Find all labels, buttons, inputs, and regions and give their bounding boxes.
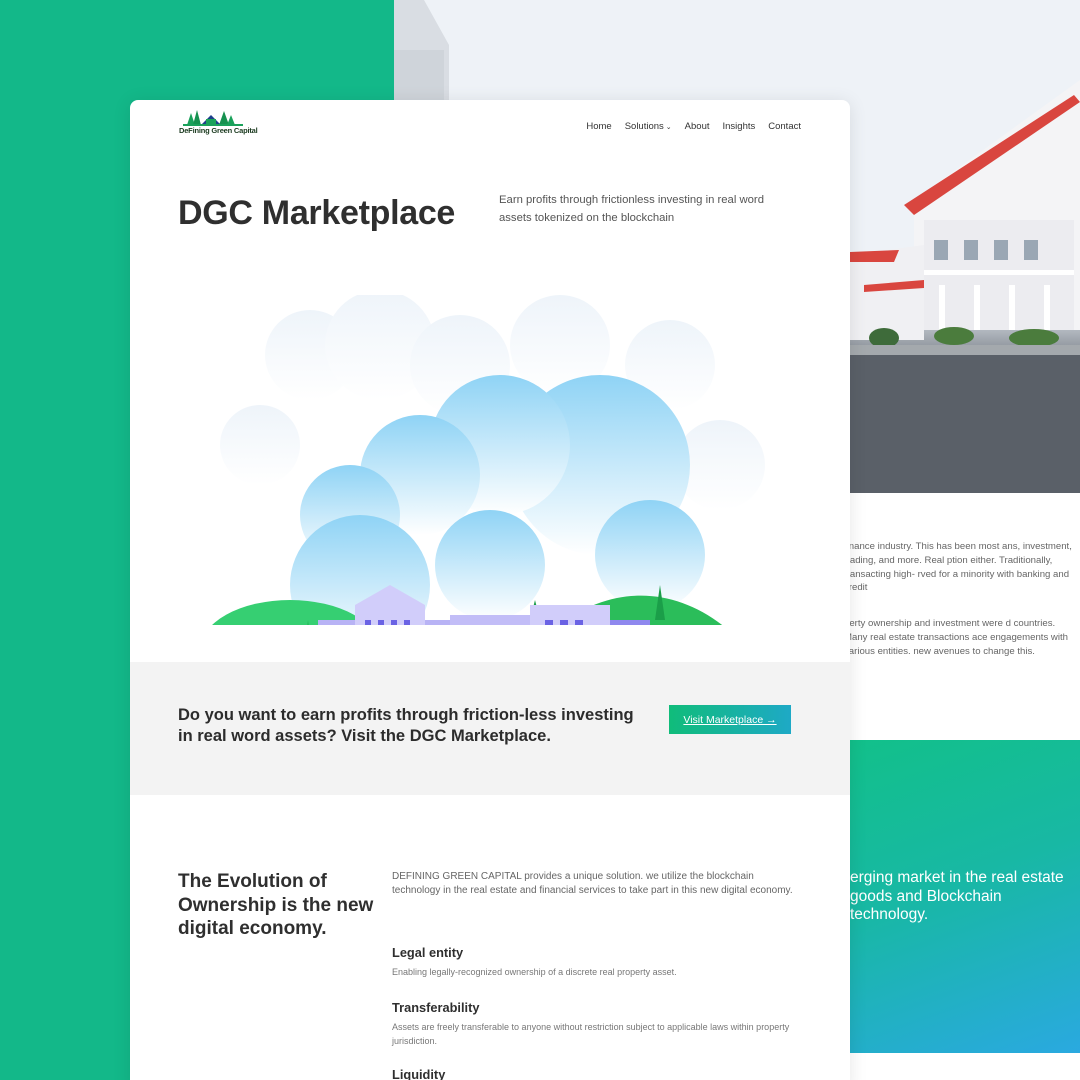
nav-contact[interactable]: Contact: [768, 121, 801, 132]
landing-page-card: DeFining Green Capital Home Solutions ⌄ A…: [130, 100, 850, 1080]
main-nav: Home Solutions ⌄ About Insights Contact: [586, 121, 801, 132]
background-gradient-band: erging market in the real estate goods a…: [850, 740, 1080, 1053]
feature-liquidity: Liquidity: [392, 1067, 802, 1080]
evolution-title: The Evolution of Ownership is the new di…: [178, 871, 374, 939]
background-band-text: erging market in the real estate goods a…: [850, 869, 1064, 924]
nav-solutions-label: Solutions: [624, 121, 664, 132]
hero-subtitle: Earn profits through frictionless invest…: [499, 194, 764, 224]
feature-title: Legal entity: [392, 945, 464, 960]
cta-band: Do you want to earn profits through fric…: [130, 662, 850, 795]
city-illustration: [212, 295, 765, 625]
feature-transferability: Transferability Assets are freely transf…: [392, 1000, 802, 1048]
feature-title: Liquidity: [392, 1067, 446, 1080]
visit-marketplace-button[interactable]: Visit Marketplace →: [669, 705, 791, 734]
nav-insights[interactable]: Insights: [723, 121, 756, 132]
site-logo[interactable]: DeFining Green Capital: [179, 105, 258, 135]
feature-description: Assets are freely transferable to anyone…: [392, 1022, 790, 1046]
feature-title: Transferability: [392, 1000, 480, 1015]
background-paragraph-2: perty ownership and investment were d co…: [844, 618, 1068, 657]
evolution-body: DEFINING GREEN CAPITAL provides a unique…: [392, 871, 793, 897]
feature-description: Enabling legally-recognized ownership of…: [392, 967, 677, 977]
logo-house-icon: [183, 110, 243, 126]
cta-text: Do you want to earn profits through fric…: [178, 706, 634, 745]
logo-text: DeFining Green Capital: [179, 126, 258, 135]
nav-about[interactable]: About: [685, 121, 710, 132]
background-article: finance industry. This has been most ans…: [844, 540, 1080, 681]
background-paragraph-1: finance industry. This has been most ans…: [844, 541, 1072, 594]
nav-home[interactable]: Home: [586, 121, 611, 132]
chevron-down-icon: ⌄: [665, 124, 672, 131]
nav-solutions[interactable]: Solutions ⌄: [625, 121, 672, 132]
feature-legal-entity: Legal entity Enabling legally-recognized…: [392, 945, 802, 979]
hero-title: DGC Marketplace: [178, 194, 456, 232]
